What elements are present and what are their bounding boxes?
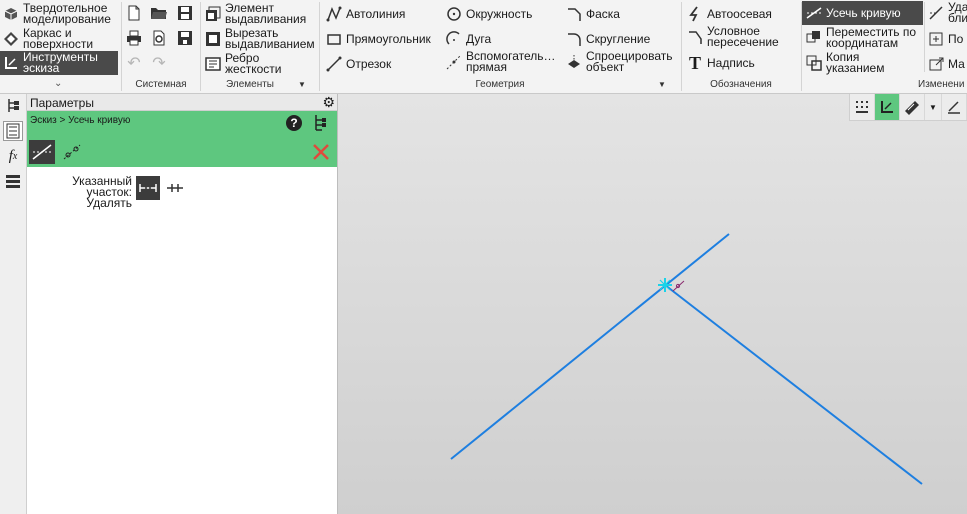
cancel-close-icon[interactable] (311, 142, 331, 162)
fillet-button[interactable]: Скругление (566, 31, 650, 47)
specified-section-label: Указанный участок: Удалять (30, 175, 132, 210)
save-icon[interactable] (175, 3, 195, 23)
delete-section-button[interactable] (136, 176, 160, 200)
panel-title: Параметры (30, 96, 94, 110)
ma-icon (928, 56, 944, 72)
trim-between-points-icon (63, 144, 81, 160)
elements-expand-icon[interactable]: ▼ (298, 80, 306, 89)
wireframe-icon (3, 31, 19, 47)
undo-icon[interactable]: ↶ (124, 53, 144, 73)
mode-solid-modeling[interactable]: Твердотельное моделирование (3, 2, 111, 25)
layers-icon[interactable] (3, 171, 23, 191)
trim-curve-icon (806, 5, 822, 21)
trim-between-points-button[interactable] (59, 140, 85, 164)
delete-section-icon (139, 184, 157, 192)
open-folder-icon[interactable] (149, 3, 169, 23)
ma-button[interactable]: Ма (928, 56, 965, 72)
rectangle-button[interactable]: Прямоугольник (326, 31, 431, 47)
chamfer-button[interactable]: Фаска (566, 6, 620, 22)
aux-line-icon (446, 54, 462, 70)
solid-modeling-icon (3, 6, 19, 22)
parameters-panel-icon[interactable] (3, 121, 23, 141)
segment-icon (326, 56, 342, 72)
text-label-button[interactable]: T Надпись (687, 52, 755, 73)
group-label-geometry: Геометрия (475, 79, 525, 90)
arc-icon (446, 31, 462, 47)
text-tool-icon: T (688, 52, 701, 73)
project-object-icon (566, 54, 582, 70)
trim-mode-icon (32, 144, 52, 160)
move-by-coordinates-button[interactable]: Переместить по координатам (806, 26, 916, 49)
variables-fx-icon[interactable]: fx (3, 146, 23, 166)
circle-button[interactable]: Окружность (446, 6, 532, 22)
print-icon[interactable] (124, 28, 144, 48)
circle-icon (446, 6, 462, 22)
keep-section-button[interactable] (163, 176, 187, 200)
help-icon[interactable]: ? (285, 114, 303, 132)
rectangle-icon (326, 31, 342, 47)
model-tree-icon[interactable] (3, 96, 23, 116)
redo-icon[interactable]: ↷ (149, 53, 169, 73)
sketch-curve-right[interactable] (664, 284, 923, 485)
chamfer-icon (566, 6, 582, 22)
command-tree-icon[interactable] (313, 114, 329, 132)
trim-curve-button[interactable]: Усечь кривую (802, 1, 923, 25)
collapse-chevron-icon[interactable]: ⌄ (54, 78, 62, 89)
left-toolbar: fx (0, 94, 27, 514)
fillet-icon (566, 31, 582, 47)
mode-wireframe-surfaces[interactable]: Каркас и поверхности (3, 27, 93, 50)
svg-text:?: ? (290, 116, 297, 130)
conditional-intersection-button[interactable]: Условное пересечение (687, 25, 779, 48)
group-label-elements: Элементы (226, 79, 274, 90)
po-icon (928, 31, 944, 47)
cut-extrude-button[interactable]: Вырезать выдавливанием (205, 27, 315, 50)
auto-axis-button[interactable]: Автоосевая (687, 6, 772, 22)
arc-button[interactable]: Дуга (446, 31, 491, 47)
parameters-panel: Параметры ⚙ Эскиз > Усечь кривую ? Указа… (27, 94, 338, 514)
autoline-icon (326, 6, 342, 22)
extrude-icon (205, 6, 221, 22)
panel-header: Параметры ⚙ (27, 94, 337, 111)
segment-button[interactable]: Отрезок (326, 56, 391, 72)
panel-settings-gear-icon[interactable]: ⚙ (322, 94, 335, 111)
group-label-annotations: Обозначения (710, 79, 772, 90)
intersection-point-marker (658, 278, 672, 292)
sketch-geometry[interactable] (338, 94, 967, 514)
new-file-icon[interactable] (124, 3, 144, 23)
auto-axis-icon (687, 6, 703, 22)
move-coordinates-icon (806, 30, 822, 46)
delete-edit-icon (928, 5, 944, 21)
autoline-button[interactable]: Автолиния (326, 6, 405, 22)
mode-sketch-tools[interactable]: Инструменты эскиза (0, 51, 118, 75)
po-button[interactable]: По (928, 31, 963, 47)
breadcrumb: Эскиз > Усечь кривую (30, 115, 131, 126)
group-label-edit: Изменени (918, 79, 965, 90)
save-as-icon[interactable] (175, 28, 195, 48)
delete-edit-button[interactable]: Уда бли (928, 1, 967, 24)
sketch-curve-left[interactable] (450, 233, 730, 460)
sketch-canvas[interactable]: ▼ (338, 94, 967, 514)
extrude-element-button[interactable]: Элемент выдавливания (205, 2, 306, 25)
geometry-expand-icon[interactable]: ▼ (658, 80, 666, 89)
copy-by-pointing-button[interactable]: Копия указанием (806, 51, 884, 74)
aux-line-button[interactable]: Вспомогатель… прямая (446, 50, 556, 73)
rib-button[interactable]: Ребро жесткости (205, 52, 281, 75)
command-header: Эскиз > Усечь кривую ? (27, 111, 337, 167)
cut-extrude-icon (205, 31, 221, 47)
copy-pointing-icon (806, 55, 822, 71)
conditional-intersection-icon (687, 29, 703, 45)
trim-mode-button[interactable] (29, 140, 55, 164)
preview-icon[interactable] (149, 28, 169, 48)
ribbon: Твердотельное моделирование Каркас и повер… (0, 0, 967, 94)
trim-cursor-icon (672, 280, 685, 292)
specified-section-value: Удалять (86, 196, 132, 210)
sketch-tools-icon (3, 55, 19, 71)
project-object-button[interactable]: Спроецировать объект (566, 50, 673, 73)
group-label-system: Системная (135, 79, 187, 90)
keep-section-icon (167, 184, 183, 192)
rib-icon (205, 56, 221, 72)
